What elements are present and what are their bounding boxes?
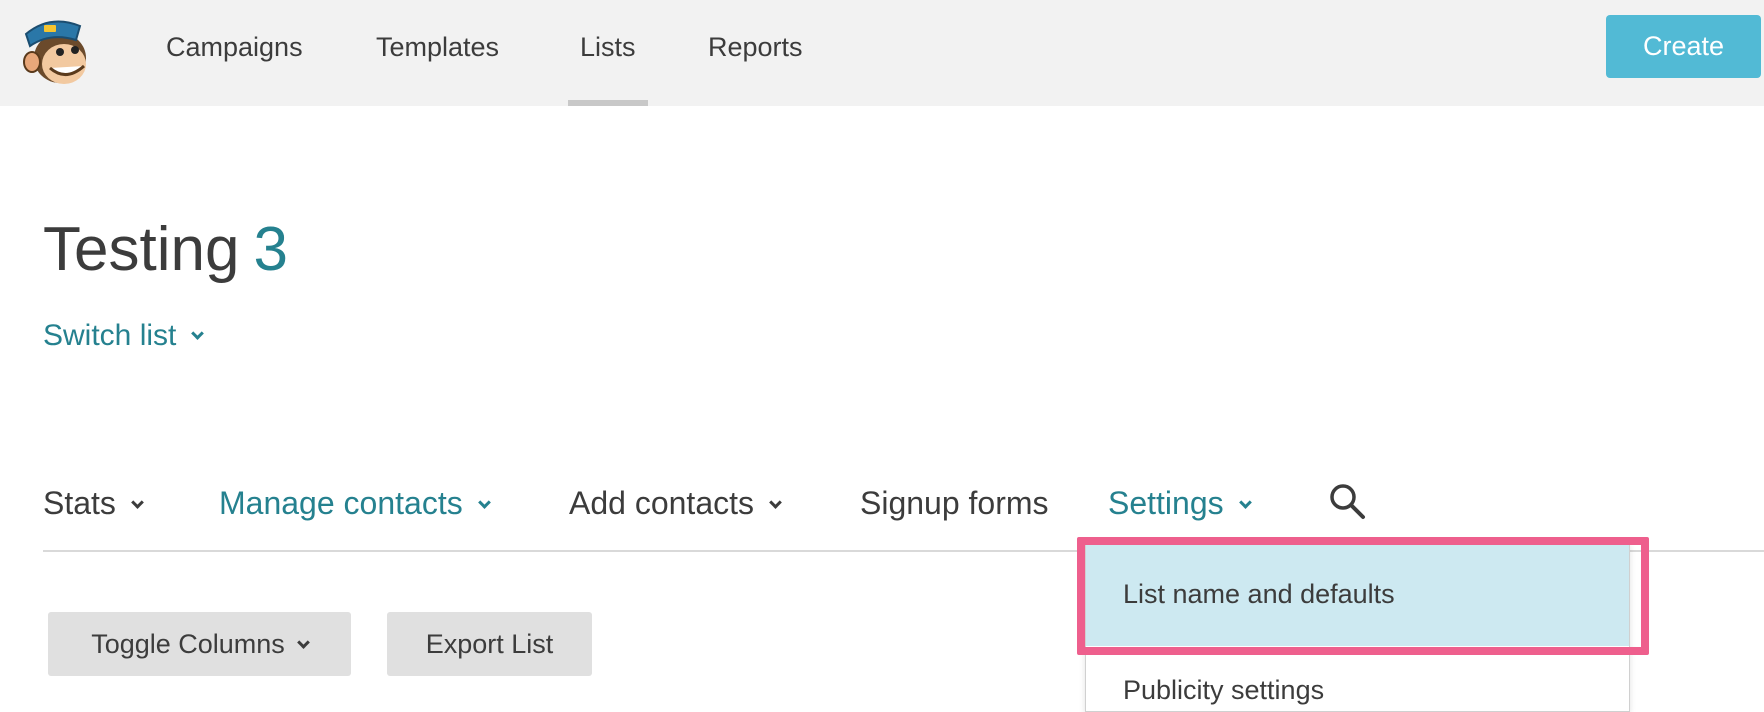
chevron-down-icon (131, 496, 144, 509)
subnav-stats[interactable]: Stats (43, 483, 144, 523)
chevron-down-icon (769, 496, 782, 509)
toggle-columns-label: Toggle Columns (91, 629, 285, 659)
menu-item-publicity-settings[interactable]: Publicity settings (1086, 668, 1629, 712)
subnav-signup-forms[interactable]: Signup forms (860, 483, 1049, 523)
mailchimp-logo-icon[interactable] (20, 12, 96, 88)
subnav-signup-forms-label: Signup forms (860, 485, 1049, 521)
create-button[interactable]: Create (1606, 15, 1761, 78)
chevron-down-icon (296, 636, 310, 649)
search-icon[interactable] (1327, 481, 1367, 521)
list-count: 3 (253, 215, 288, 284)
chevron-down-icon (191, 327, 205, 340)
switch-list-dropdown[interactable]: Switch list (43, 318, 205, 354)
chevron-down-icon (1238, 496, 1252, 509)
subnav-settings[interactable]: Settings (1108, 483, 1252, 523)
subnav-manage-contacts-label: Manage contacts (219, 485, 463, 521)
subnav-add-contacts[interactable]: Add contacts (569, 483, 782, 523)
nav-campaigns[interactable]: Campaigns (166, 0, 303, 106)
switch-list-label: Switch list (43, 319, 177, 352)
toggle-columns-button[interactable]: Toggle Columns (48, 612, 351, 676)
subnav-settings-label: Settings (1108, 485, 1224, 521)
list-name: Testing (43, 215, 240, 284)
export-list-button[interactable]: Export List (387, 612, 592, 676)
chevron-down-icon (477, 496, 491, 509)
nav-reports[interactable]: Reports (708, 0, 803, 106)
settings-dropdown-menu: List name and defaults Publicity setting… (1085, 543, 1630, 712)
subnav-stats-label: Stats (43, 485, 116, 521)
top-navigation-bar: Campaigns Templates Lists Reports Create (0, 0, 1764, 106)
menu-item-list-name-and-defaults[interactable]: List name and defaults (1086, 543, 1629, 646)
page-title: Testing 3 (43, 212, 288, 288)
nav-templates[interactable]: Templates (376, 0, 499, 106)
subnav-manage-contacts[interactable]: Manage contacts (219, 483, 491, 523)
nav-lists[interactable]: Lists (568, 0, 647, 106)
subnav-add-contacts-label: Add contacts (569, 485, 754, 521)
